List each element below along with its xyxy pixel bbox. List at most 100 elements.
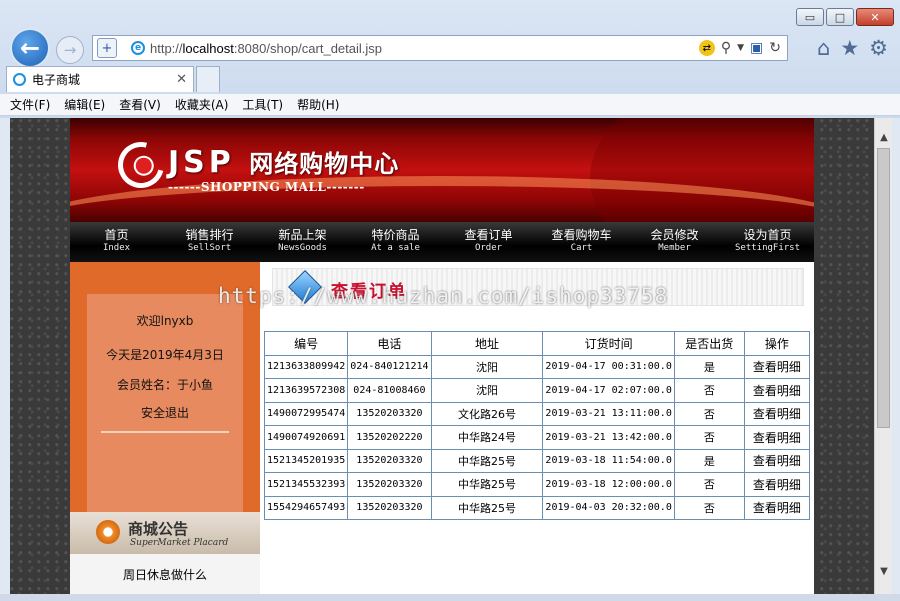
nav-setting-first[interactable]: 设为首页 SettingFirst bbox=[721, 222, 814, 262]
view-detail-link[interactable]: 查看明细 bbox=[743, 354, 811, 379]
nav-label-cn: 查看订单 bbox=[464, 228, 513, 242]
order-shipped: 是 bbox=[673, 354, 745, 379]
nav-label-en: Member bbox=[658, 243, 691, 253]
notice-body: 周日休息做什么 bbox=[70, 554, 260, 594]
vertical-scrollbar[interactable]: ▲ ▼ bbox=[874, 118, 892, 594]
notice-subtitle: SuperMarket Placard bbox=[130, 538, 229, 548]
order-id: 1521345532393 bbox=[263, 472, 349, 497]
nav-label-en: SellSort bbox=[187, 243, 232, 253]
date-text: 今天是2019年4月3日 bbox=[106, 348, 224, 362]
table-header-row: 编号 电话 地址 订货时间 是否出货 操作 bbox=[263, 331, 811, 356]
scroll-thumb[interactable] bbox=[877, 148, 890, 428]
logout-link[interactable]: 安全退出 bbox=[87, 404, 243, 421]
order-address: 文化路26号 bbox=[430, 401, 544, 426]
table-row: 1521345532393 13520203320 中华路25号 2019-03… bbox=[263, 472, 811, 497]
order-time: 2019-04-17 00:31:00.0 bbox=[542, 354, 675, 379]
orders-table: 编号 电话 地址 订货时间 是否出货 操作 1213633809942 024-… bbox=[263, 331, 811, 520]
refresh-icon[interactable]: ↻ bbox=[769, 40, 781, 56]
nav-sellsort[interactable]: 销售排行 SellSort bbox=[163, 222, 256, 262]
menu-edit[interactable]: 编辑(E) bbox=[64, 96, 105, 113]
order-phone: 13520203320 bbox=[347, 401, 432, 426]
column-header-action: 操作 bbox=[743, 331, 811, 356]
order-id: 1554294657493 bbox=[263, 495, 349, 520]
order-time: 2019-03-21 13:11:00.0 bbox=[542, 401, 675, 426]
minimize-button[interactable]: ▭ bbox=[796, 8, 824, 26]
view-detail-link[interactable]: 查看明细 bbox=[743, 495, 811, 520]
back-button[interactable]: ← bbox=[10, 28, 50, 68]
order-shipped: 否 bbox=[673, 425, 745, 450]
tab-active[interactable]: 电子商城 ✕ bbox=[6, 66, 194, 92]
menu-favorites[interactable]: 收藏夹(A) bbox=[175, 96, 229, 113]
home-icon[interactable]: ⌂ bbox=[817, 36, 830, 60]
nav-cart[interactable]: 查看购物车 Cart bbox=[535, 222, 628, 262]
order-content: 查看订单 编号 电话 地址 订货时间 是否出货 操作 1213633809942 bbox=[260, 262, 814, 594]
table-row: 1554294657493 13520203320 中华路25号 2019-04… bbox=[263, 495, 811, 520]
maximize-button[interactable]: □ bbox=[826, 8, 854, 26]
order-address: 中华路25号 bbox=[430, 472, 544, 497]
logo-subtitle: ------SHOPPING MALL------- bbox=[168, 180, 365, 194]
menu-tools[interactable]: 工具(T) bbox=[242, 96, 283, 113]
nav-label-en: Order bbox=[474, 243, 503, 253]
view-detail-link[interactable]: 查看明细 bbox=[743, 425, 811, 450]
nav-sale[interactable]: 特价商品 At a sale bbox=[349, 222, 442, 262]
view-detail-link[interactable]: 查看明细 bbox=[743, 472, 811, 497]
order-phone: 024-840121214 bbox=[347, 354, 432, 379]
nav-index[interactable]: 首页 Index bbox=[70, 222, 163, 262]
settings-gear-icon[interactable]: ⚙ bbox=[869, 36, 888, 60]
order-shipped: 否 bbox=[673, 401, 745, 426]
shield-icon[interactable]: + bbox=[97, 38, 117, 58]
order-phone: 13520203320 bbox=[347, 448, 432, 473]
nav-label-cn: 首页 bbox=[104, 228, 129, 242]
nav-member[interactable]: 会员修改 Member bbox=[628, 222, 721, 262]
view-detail-link[interactable]: 查看明细 bbox=[743, 378, 811, 403]
forward-arrow-icon: → bbox=[63, 41, 77, 59]
url-text[interactable]: http://localhost:8080/shop/cart_detail.j… bbox=[150, 41, 699, 56]
nav-label-cn: 销售排行 bbox=[185, 228, 234, 242]
url-host: localhost bbox=[182, 40, 234, 56]
forward-button[interactable]: → bbox=[56, 36, 84, 64]
order-id: 1490072995474 bbox=[263, 401, 349, 426]
nav-newsgoods[interactable]: 新品上架 NewsGoods bbox=[256, 222, 349, 262]
nav-label-cn: 特价商品 bbox=[371, 228, 420, 242]
welcome-text: 欢迎lnyxb bbox=[136, 314, 194, 328]
scroll-up-icon[interactable]: ▲ bbox=[875, 128, 893, 146]
notice-header: 商城公告 SuperMarket Placard bbox=[70, 512, 260, 554]
page-icon[interactable]: ▣ bbox=[750, 40, 763, 56]
site-nav: 首页 Index 销售排行 SellSort 新品上架 NewsGoods 特价商品 A… bbox=[70, 222, 814, 262]
order-id: 1490074920691 bbox=[263, 425, 349, 450]
dropdown-icon[interactable]: ▼ bbox=[737, 43, 744, 53]
notice-item[interactable]: 周日休息做什么 bbox=[70, 566, 260, 583]
favorites-star-icon[interactable]: ★ bbox=[840, 36, 859, 60]
close-window-button[interactable]: ✕ bbox=[856, 8, 894, 26]
new-tab-button[interactable] bbox=[196, 66, 220, 92]
column-header-phone: 电话 bbox=[347, 331, 432, 356]
order-time: 2019-03-18 11:54:00.0 bbox=[542, 448, 675, 473]
order-shipped: 否 bbox=[673, 495, 745, 520]
order-time: 2019-04-03 20:32:00.0 bbox=[542, 495, 675, 520]
nav-order[interactable]: 查看订单 Order bbox=[442, 222, 535, 262]
compatibility-icon[interactable]: ⇄ bbox=[698, 40, 715, 56]
order-id: 1213633809942 bbox=[263, 354, 349, 379]
nav-label-cn: 会员修改 bbox=[650, 228, 699, 242]
menu-file[interactable]: 文件(F) bbox=[10, 96, 50, 113]
order-phone: 13520203320 bbox=[347, 472, 432, 497]
menu-view[interactable]: 查看(V) bbox=[119, 96, 161, 113]
window-controls: ▭ □ ✕ bbox=[796, 8, 894, 26]
order-shipped: 否 bbox=[673, 472, 745, 497]
nav-label-en: NewsGoods bbox=[278, 243, 327, 253]
address-bar[interactable]: + e http://localhost:8080/shop/cart_deta… bbox=[92, 35, 788, 61]
search-icon[interactable]: ⚲ bbox=[721, 40, 731, 56]
order-shipped: 是 bbox=[673, 448, 745, 473]
order-time: 2019-03-21 13:42:00.0 bbox=[542, 425, 675, 450]
order-address: 沈阳 bbox=[430, 354, 544, 379]
view-detail-link[interactable]: 查看明细 bbox=[743, 448, 811, 473]
browser-right-icons: ⌂ ★ ⚙ bbox=[817, 36, 888, 60]
tab-close-icon[interactable]: ✕ bbox=[176, 72, 187, 87]
scroll-down-icon[interactable]: ▼ bbox=[875, 562, 893, 580]
divider bbox=[101, 431, 229, 433]
order-phone: 13520203320 bbox=[347, 495, 432, 520]
user-panel: 欢迎lnyxb 今天是2019年4月3日 会员姓名：于小鱼 安全退出 bbox=[87, 294, 243, 518]
menu-help[interactable]: 帮助(H) bbox=[297, 96, 339, 113]
column-header-address: 地址 bbox=[430, 331, 544, 356]
view-detail-link[interactable]: 查看明细 bbox=[743, 401, 811, 426]
